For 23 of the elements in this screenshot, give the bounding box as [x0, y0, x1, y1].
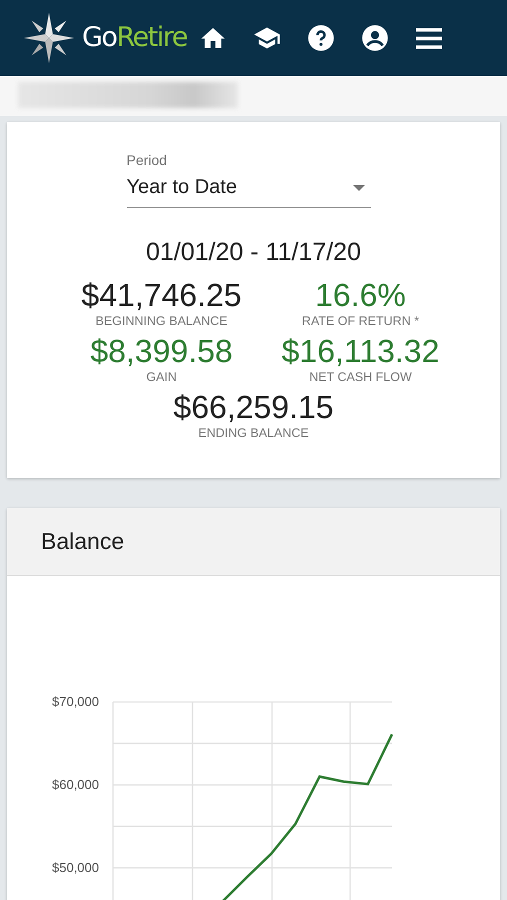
stat-label: ENDING BALANCE: [198, 425, 309, 441]
period-dropdown[interactable]: Year to Date: [126, 168, 370, 208]
stat-value: $16,113.32: [282, 333, 440, 369]
stat-value: $8,399.58: [90, 333, 233, 369]
stat-label: NET CASH FLOW: [309, 369, 412, 385]
home-icon: [200, 28, 225, 48]
stat-value: $41,746.25: [81, 277, 242, 313]
card-title: Balance: [41, 528, 124, 555]
axis-tick-label: $50,000: [52, 860, 99, 875]
stat-label: GAIN: [146, 369, 177, 385]
menu-icon: [416, 28, 442, 48]
stat-value: 16.6%: [315, 277, 406, 313]
account-icon: [360, 24, 389, 52]
stat-label: BEGINNING BALANCE: [96, 313, 228, 329]
field-label: Period: [126, 152, 167, 168]
logo-wordmark: GoRetire: [82, 21, 187, 55]
dropdown-caret-icon: [352, 184, 364, 190]
date-range: 01/01/20 - 11/17/20: [146, 238, 361, 267]
axis-tick-label: $60,000: [52, 776, 99, 792]
stat-value: $66,259.15: [173, 389, 334, 425]
help-icon: [306, 24, 335, 52]
stat-label: RATE OF RETURN *: [302, 313, 420, 329]
axis-tick-label: $70,000: [52, 694, 99, 709]
